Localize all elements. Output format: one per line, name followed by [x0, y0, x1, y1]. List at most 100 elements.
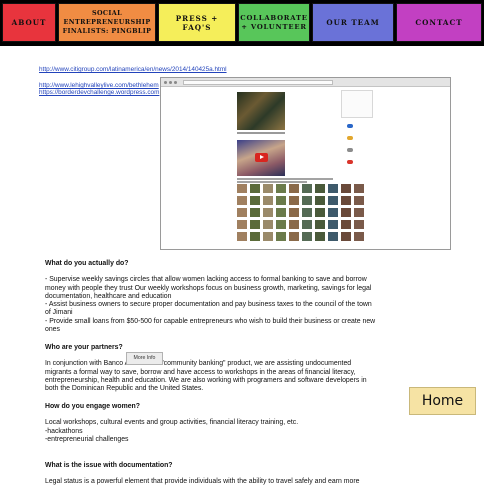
answer-line: ones: [45, 326, 60, 334]
photo-thumbnail: [263, 196, 273, 205]
photo-thumbnail: [341, 232, 351, 241]
play-icon: [255, 153, 268, 162]
nav-social-entrepreneurship-label: Social entrepreneurship Finalists: PINGB…: [62, 9, 152, 35]
faq-question-documentation: What is the issue with documentation?: [45, 462, 173, 469]
answer-line: - Supervise weekly savings circles that …: [45, 276, 367, 284]
photo-thumbnail: [276, 196, 286, 205]
photo-thumbnail: [276, 208, 286, 217]
faq-answer-partners: In conjunction with Banco ADOPEM's "comm…: [45, 360, 405, 393]
answer-line: - Provide small loans from $50-500 for c…: [45, 317, 376, 325]
photo-thumbnail: [263, 208, 273, 217]
photo-thumbnail: [341, 220, 351, 229]
nav-about-label: About: [11, 18, 47, 27]
nav-social-entrepreneurship[interactable]: Social entrepreneurship Finalists: PINGB…: [58, 3, 156, 42]
answer-line: Local workshops, cultural events and gro…: [45, 419, 299, 427]
faq-question-engage-women: How do you engage women?: [45, 403, 140, 410]
answer-line: entrepreneurship, health and education. …: [45, 376, 367, 384]
top-navigation: About Social entrepreneurship Finalists:…: [0, 0, 484, 46]
faq-section-4: What is the issue with documentation? Le…: [45, 462, 405, 487]
photo-thumbnail: [354, 208, 364, 217]
photo-thumbnail: [250, 196, 260, 205]
photo-thumbnail: [315, 208, 325, 217]
photo-thumbnail: [289, 184, 299, 193]
photo-thumbnail: [263, 184, 273, 193]
photo-thumbnail: [250, 184, 260, 193]
photo-thumbnail: [328, 184, 338, 193]
photo-thumbnail: [341, 196, 351, 205]
photo-thumbnail: [328, 232, 338, 241]
embedded-screenshot-image: [160, 77, 451, 250]
photo-thumbnail: [354, 196, 364, 205]
photo-thumbnail: [341, 184, 351, 193]
photo-thumbnail: [328, 208, 338, 217]
photo-thumbnail: [315, 232, 325, 241]
photo-thumbnail: [354, 184, 364, 193]
nav-our-team-label: Our Team: [326, 18, 380, 27]
nav-collaborate-volunteer[interactable]: Collaborate + Volunteer: [238, 3, 310, 42]
nav-contact-label: Contact: [415, 18, 463, 27]
nav-about[interactable]: About: [2, 3, 56, 42]
photo-thumbnail: [250, 220, 260, 229]
nav-collaborate-volunteer-label: Collaborate + Volunteer: [240, 13, 308, 31]
photo-thumbnail: [302, 196, 312, 205]
embedded-sidebar-box: [341, 90, 373, 118]
photo-thumbnail: [276, 184, 286, 193]
faq-section-1: What do you actually do? - Supervise wee…: [45, 260, 405, 334]
photo-thumbnail: [315, 184, 325, 193]
photo-thumbnail: [250, 208, 260, 217]
faq-section-3: How do you engage women? Local workshops…: [45, 403, 405, 444]
embedded-photo-grid: [237, 184, 367, 249]
photo-thumbnail: [328, 220, 338, 229]
photo-thumbnail: [250, 232, 260, 241]
borderdev-link[interactable]: https://borderdevchallenge.wordpress.com: [39, 89, 159, 96]
answer-line: money with people they trust Our weekly …: [45, 284, 372, 292]
answer-line: documentation, healthcare and education: [45, 292, 172, 300]
faq-answer-engage-women: Local workshops, cultural events and gro…: [45, 419, 405, 444]
home-button[interactable]: Home: [409, 387, 476, 415]
photo-thumbnail: [315, 220, 325, 229]
embedded-video-thumbnail: [237, 92, 285, 130]
embedded-video-player: [237, 140, 285, 176]
embedded-sidebar-logos: [343, 120, 371, 172]
faq-answer-what-do-you-do: - Supervise weekly savings circles that …: [45, 276, 405, 334]
more-info-button[interactable]: More Info: [126, 352, 163, 365]
answer-line: -hackathons: [45, 427, 83, 435]
photo-thumbnail: [354, 220, 364, 229]
photo-thumbnail: [315, 196, 325, 205]
citigroup-link[interactable]: http://www.citigroup.com/latinamerica/en…: [39, 66, 227, 73]
answer-line: migrants a formal way to save, borrow an…: [45, 368, 356, 376]
photo-thumbnail: [237, 220, 247, 229]
answer-line: of Jimani: [45, 309, 73, 317]
answer-line: both the Dominican Republic and the Unit…: [45, 385, 204, 393]
lehigh-link[interactable]: http://www.lehighvalleylive.com/bethlehe…: [39, 82, 159, 89]
nav-press-faq[interactable]: Press + FAQ's: [158, 3, 236, 42]
faq-answer-documentation: Legal status is a powerful element that …: [45, 478, 405, 486]
photo-thumbnail: [289, 232, 299, 241]
photo-thumbnail: [289, 220, 299, 229]
embedded-browser-bar: [161, 78, 450, 87]
nav-our-team[interactable]: Our Team: [312, 3, 394, 42]
faq-question-what-do-you-do: What do you actually do?: [45, 260, 129, 267]
photo-thumbnail: [237, 196, 247, 205]
faq-question-partners: Who are your partners?: [45, 344, 123, 351]
photo-thumbnail: [237, 184, 247, 193]
photo-thumbnail: [302, 208, 312, 217]
nav-contact[interactable]: Contact: [396, 3, 482, 42]
photo-thumbnail: [289, 208, 299, 217]
photo-thumbnail: [276, 220, 286, 229]
answer-line: -entrepreneurial challenges: [45, 435, 129, 443]
faq-section-2: Who are your partners? In conjunction wi…: [45, 344, 405, 393]
photo-thumbnail: [237, 232, 247, 241]
photo-thumbnail: [276, 232, 286, 241]
photo-thumbnail: [302, 220, 312, 229]
photo-thumbnail: [302, 184, 312, 193]
embedded-page: [161, 87, 450, 249]
photo-thumbnail: [328, 196, 338, 205]
photo-thumbnail: [289, 196, 299, 205]
photo-thumbnail: [302, 232, 312, 241]
photo-thumbnail: [263, 220, 273, 229]
photo-thumbnail: [354, 232, 364, 241]
nav-press-faq-label: Press + FAQ's: [175, 13, 219, 32]
photo-thumbnail: [341, 208, 351, 217]
answer-line: In conjunction with Banco ADOPEM's "comm…: [45, 360, 352, 368]
